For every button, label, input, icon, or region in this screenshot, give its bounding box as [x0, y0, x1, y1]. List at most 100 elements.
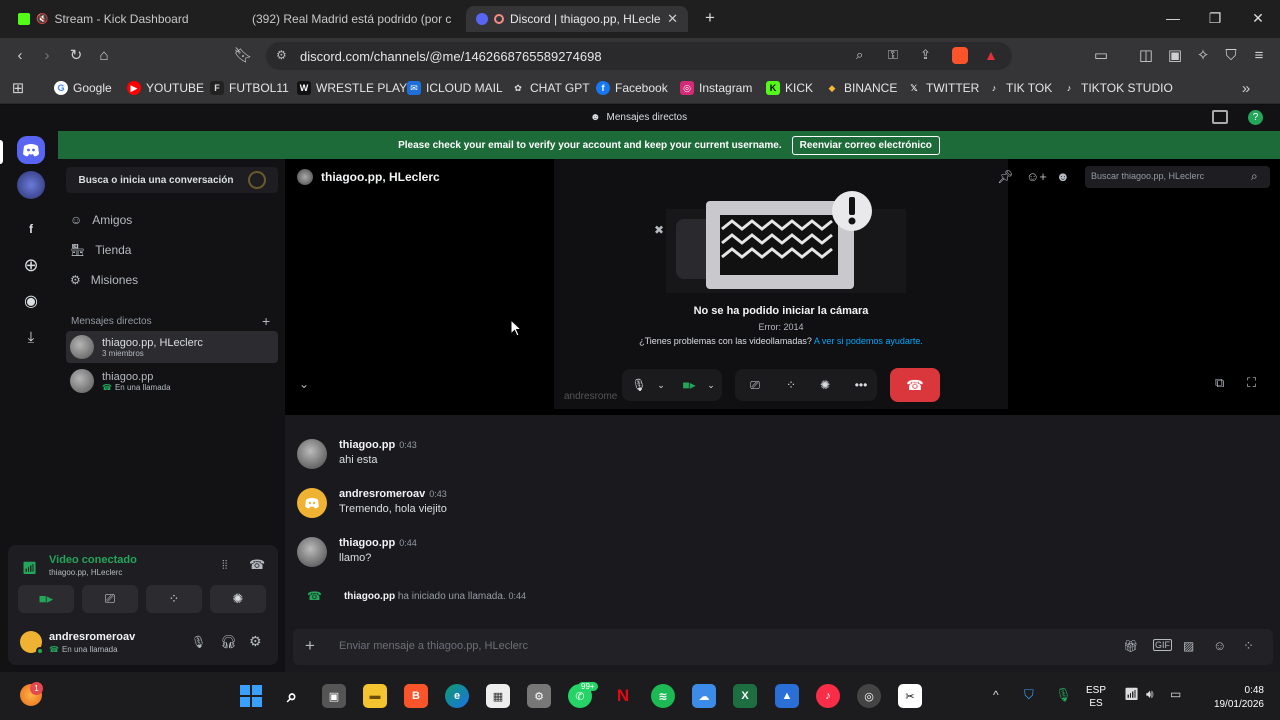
system-author[interactable]: thiagoo.pp [344, 591, 395, 602]
bookmark-youtube[interactable]: ▶ YOUTUBE [127, 81, 204, 95]
vpn-icon[interactable]: ⛉ [1221, 46, 1241, 66]
video-options-button[interactable]: ⌄ [702, 369, 720, 401]
obs-icon[interactable]: ◎ [857, 684, 881, 708]
members-icon[interactable]: ☻ [1056, 169, 1070, 184]
sidebar-icon[interactable]: ◫ [1136, 46, 1156, 66]
gif-icon[interactable]: GIF [1153, 639, 1172, 651]
back-icon[interactable]: ‹ [10, 46, 30, 66]
apps-grid-icon[interactable]: ⊞ [8, 79, 28, 99]
add-friend-icon[interactable]: ☺+ [1026, 169, 1047, 184]
volume-icon[interactable]: 🔊︎ [1146, 687, 1154, 702]
tab-discord[interactable]: Discord | thiagoo.pp, HLeclerc ✕ [466, 6, 688, 32]
bookmark-icon[interactable]: 🔖︎ [233, 46, 253, 66]
bookmark-icloud-mail[interactable]: ✉ ICLOUD MAIL [407, 81, 503, 95]
clock[interactable]: 0:48 19/01/2026 [1198, 684, 1264, 712]
screenshare-button[interactable]: ⎚ [739, 369, 771, 401]
reload-icon[interactable]: ↻ [66, 46, 86, 66]
bookmark-tiktok-studio[interactable]: ♪ TIKTOK STUDIO [1062, 81, 1173, 95]
task-view-icon[interactable]: ▣ [322, 684, 346, 708]
restore-icon[interactable]: ❐ [1205, 10, 1225, 27]
store-icon[interactable]: ▦ [486, 684, 510, 708]
discover-icon[interactable]: ◉ [17, 287, 45, 315]
icloud-icon[interactable]: ☁ [692, 684, 716, 708]
collapse-call-icon[interactable]: ⌄ [299, 377, 309, 391]
attach-plus-icon[interactable]: + [305, 636, 315, 656]
facebook-server-icon[interactable]: f [17, 215, 45, 243]
capcut-icon[interactable]: ✂ [898, 684, 922, 708]
user-name[interactable]: andresromeroav [49, 631, 135, 643]
close-tab-icon[interactable]: ✕ [667, 11, 678, 27]
brave-browser-icon[interactable]: B [404, 684, 428, 708]
tray-overflow-icon[interactable]: ^ [993, 688, 999, 702]
menu-icon[interactable]: ≡ [1249, 46, 1269, 66]
nav-quests[interactable]: ⚙︎ Misiones [70, 273, 138, 287]
cast-icon[interactable]: ▭ [1091, 46, 1111, 66]
activities-button[interactable]: ⁘ [775, 369, 807, 401]
nav-shop[interactable]: 🏪︎ Tienda [70, 243, 131, 257]
bookmark-binance[interactable]: ◆ BINANCE [825, 81, 898, 95]
discord-home-icon[interactable] [17, 136, 45, 164]
itunes-icon[interactable]: ♪ [816, 684, 840, 708]
bookmark-futbol11[interactable]: F FUTBOL11 [210, 81, 289, 95]
message-input[interactable]: Enviar mensaje a thiagoo.pp, HLeclerc [339, 640, 528, 652]
download-icon[interactable]: ⤓ [17, 323, 45, 351]
screenshare-button[interactable]: ⎚ [82, 585, 138, 613]
edge-icon[interactable]: e [445, 684, 469, 708]
more-bookmarks-icon[interactable]: » [1236, 79, 1256, 99]
soundboard-button[interactable]: ✺ [210, 585, 266, 613]
pin-icon[interactable]: 📌︎ [997, 169, 1014, 185]
share-icon[interactable]: ⇪ [920, 47, 931, 63]
emoji-icon[interactable]: ☺ [1213, 638, 1226, 653]
leo-ai-icon[interactable]: ✧ [1193, 46, 1213, 66]
mute-icon[interactable]: 🔇 [36, 14, 48, 25]
popout-icon[interactable]: ⧉ [1215, 375, 1224, 391]
new-tab-icon[interactable]: + [700, 8, 720, 28]
voice-status[interactable]: Video conectado [49, 554, 137, 566]
help-icon[interactable]: ? [1248, 110, 1263, 125]
voice-channel[interactable]: thiagoo.pp, HLeclerc [49, 568, 122, 577]
brave-rewards-icon[interactable]: ▲ [984, 47, 998, 63]
user-avatar[interactable] [297, 439, 327, 469]
message-author[interactable]: thiagoo.pp [339, 439, 395, 451]
user-avatar[interactable] [297, 537, 327, 567]
activities-button[interactable]: ⁘ [146, 585, 202, 613]
fullscreen-icon[interactable]: ⛶ [1247, 375, 1256, 391]
battery-icon[interactable]: ▭ [1170, 687, 1181, 701]
bookmark-google[interactable]: G Google [54, 81, 112, 95]
wallet-icon[interactable]: ▣ [1165, 46, 1185, 66]
brave-shield-icon[interactable] [952, 47, 968, 64]
photos-icon[interactable]: ▲ [775, 684, 799, 708]
bookmark-kick[interactable]: K KICK [766, 81, 813, 95]
settings-gear-icon[interactable]: ⚙ [249, 633, 262, 650]
mic-toggle-button[interactable]: 🎙︎ [622, 369, 656, 401]
zoom-icon[interactable]: ⌕ [856, 47, 863, 63]
bookmark-chatgpt[interactable]: ✿ CHAT GPT [511, 81, 589, 95]
bookmark-tiktok[interactable]: ♪ TIK TOK [987, 81, 1053, 95]
inbox-icon[interactable] [1212, 110, 1228, 124]
add-server-icon[interactable]: ⊕ [17, 251, 45, 279]
nav-friends[interactable]: ☺ Amigos [70, 213, 132, 227]
netflix-icon[interactable]: N [611, 684, 635, 708]
bookmark-instagram[interactable]: ◎ Instagram [680, 81, 752, 95]
soundboard-button[interactable]: ✺ [809, 369, 841, 401]
language-indicator[interactable]: ESP ES [1086, 684, 1106, 710]
help-link[interactable]: A ver si podemos ayudarte. [814, 336, 923, 346]
excel-icon[interactable]: X [733, 684, 757, 708]
apps-icon[interactable]: ⁘ [1243, 638, 1254, 654]
resend-email-button[interactable]: Reenviar correo electrónico [791, 135, 940, 155]
settings-icon[interactable]: ⚙ [527, 684, 551, 708]
home-icon[interactable]: ⌂ [94, 46, 114, 66]
channel-search-input[interactable]: Buscar thiagoo.pp, HLeclerc ⌕ [1085, 166, 1270, 188]
user-avatar[interactable] [297, 488, 327, 518]
message-author[interactable]: andresromeroav [339, 488, 425, 500]
disconnect-icon[interactable]: ☎ [249, 557, 265, 573]
minimize-icon[interactable]: — [1163, 10, 1183, 26]
noise-suppression-icon[interactable]: ⦙⦙ [222, 558, 227, 573]
close-icon[interactable]: ✖ [654, 223, 664, 237]
bookmark-facebook[interactable]: f Facebook [596, 81, 668, 95]
dm-item-group[interactable]: thiagoo.pp, HLeclerc 3 miembros [66, 331, 278, 363]
find-conversation-button[interactable]: Busca o inicia una conversación [66, 167, 278, 193]
hang-up-button[interactable]: ☎ [890, 368, 940, 402]
dm-item-thiagoo[interactable]: thiagoo.pp ☎ En una llamada [66, 365, 278, 397]
wifi-icon[interactable]: 📶︎ [1124, 687, 1139, 701]
